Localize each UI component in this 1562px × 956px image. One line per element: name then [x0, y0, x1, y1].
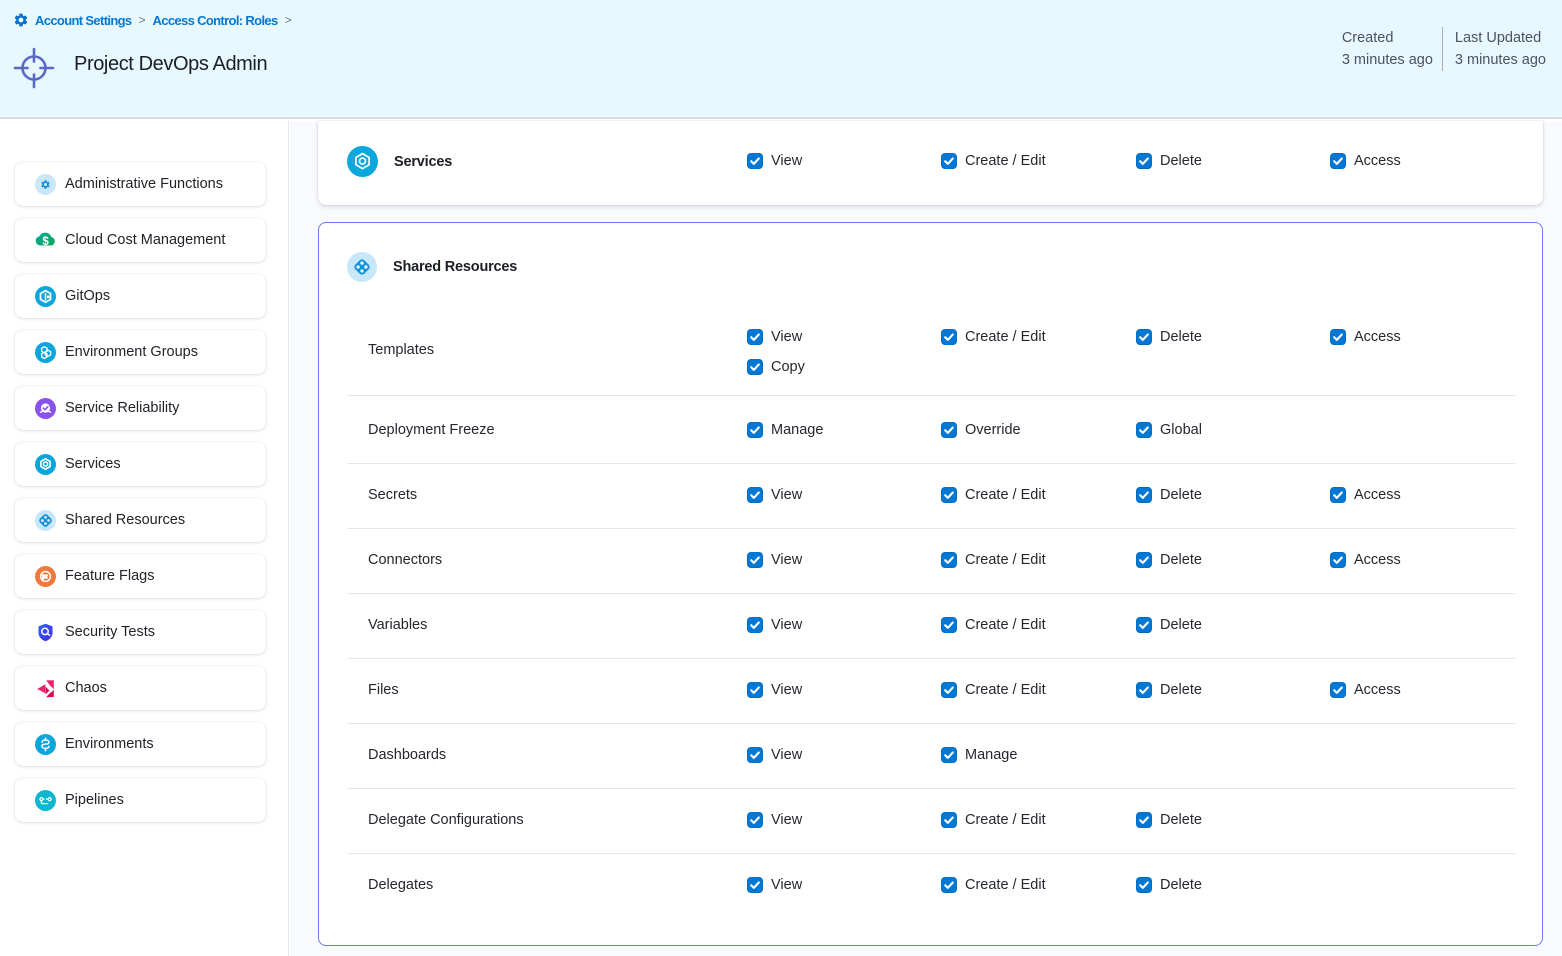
- svg-text:$: $: [42, 235, 49, 247]
